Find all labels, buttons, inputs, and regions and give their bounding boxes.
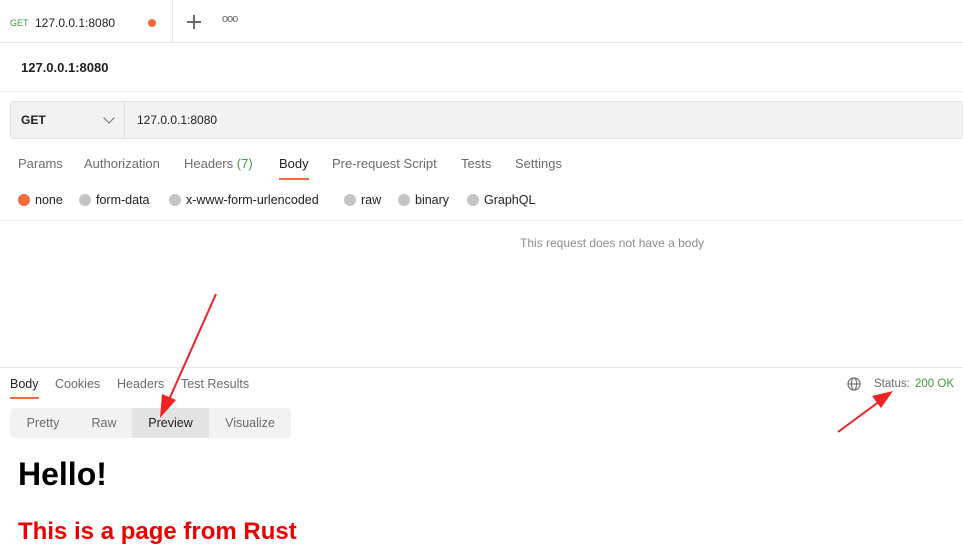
response-tab-cookies[interactable]: Cookies [55, 377, 100, 391]
tab-tests[interactable]: Tests [461, 156, 491, 171]
response-divider[interactable] [0, 367, 963, 368]
view-visualize[interactable]: Visualize [209, 408, 291, 438]
method-label[interactable]: GET [21, 113, 46, 127]
empty-body-message: This request does not have a body [520, 236, 705, 250]
plus-icon[interactable] [186, 14, 202, 30]
radio-form-data-label[interactable]: form-data [96, 193, 150, 207]
tab-headers[interactable]: Headers (7) [184, 156, 253, 171]
tab-headers-label: Headers [184, 156, 234, 171]
divider [0, 91, 963, 92]
unsaved-dot-icon [148, 19, 156, 27]
radio-graphql-label[interactable]: GraphQL [484, 193, 535, 207]
radio-none-label[interactable]: none [35, 193, 63, 207]
tab-pre-request-script[interactable]: Pre-request Script [332, 156, 437, 171]
annotation-arrow-preview [160, 293, 217, 418]
url-input[interactable] [126, 102, 962, 138]
response-tab-test-results[interactable]: Test Results [181, 377, 249, 391]
divider [0, 220, 963, 221]
view-raw[interactable]: Raw [76, 408, 132, 438]
tab-settings[interactable]: Settings [515, 156, 562, 171]
tab-params[interactable]: Params [18, 156, 63, 171]
radio-form-data[interactable] [79, 194, 91, 206]
headers-count: (7) [236, 156, 253, 171]
more-icon[interactable]: ooo [222, 13, 238, 25]
response-tab-headers[interactable]: Headers [117, 377, 164, 391]
view-preview[interactable]: Preview [132, 408, 209, 438]
radio-raw[interactable] [344, 194, 356, 206]
radio-urlencoded[interactable] [169, 194, 181, 206]
response-tab-body[interactable]: Body [10, 377, 39, 391]
annotation-overlay [160, 293, 893, 433]
radio-binary[interactable] [398, 194, 410, 206]
radio-graphql[interactable] [467, 194, 479, 206]
tab-method-label: GET [10, 18, 29, 28]
request-name[interactable]: 127.0.0.1:8080 [21, 60, 108, 75]
annotation-arrow-status [837, 391, 893, 433]
radio-binary-label[interactable]: binary [415, 193, 449, 207]
active-tab-indicator [279, 178, 309, 180]
preview-subheading: This is a page from Rust [18, 518, 297, 545]
globe-icon[interactable] [847, 377, 861, 391]
radio-raw-label[interactable]: raw [361, 193, 381, 207]
radio-urlencoded-label[interactable]: x-www-form-urlencoded [186, 193, 319, 207]
status-label: Status: [874, 378, 910, 390]
tab-body[interactable]: Body [279, 156, 309, 171]
tab-title[interactable]: 127.0.0.1:8080 [35, 16, 115, 30]
view-pretty[interactable]: Pretty [10, 408, 76, 438]
tab-authorization[interactable]: Authorization [84, 156, 160, 171]
response-active-tab-indicator [10, 397, 39, 399]
preview-heading: Hello! [18, 456, 107, 492]
status-value[interactable]: 200 OK [915, 378, 954, 390]
radio-none[interactable] [18, 194, 30, 206]
